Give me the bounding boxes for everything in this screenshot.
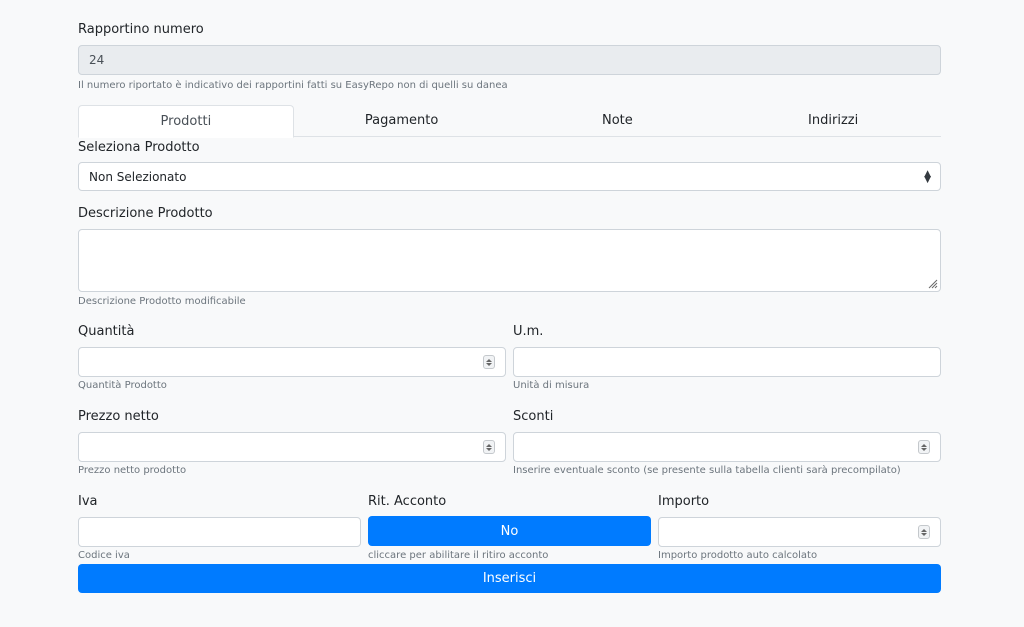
- inserisci-button[interactable]: Inserisci: [78, 564, 941, 593]
- rapportino-help: Il numero riportato è indicativo dei rap…: [78, 80, 508, 91]
- tab-prodotti[interactable]: Prodotti: [78, 105, 294, 138]
- prezzo-label: Prezzo netto: [78, 409, 159, 424]
- quantita-label: Quantità: [78, 324, 135, 339]
- tab-pagamento[interactable]: Pagamento: [294, 105, 510, 136]
- ritenuta-label: Rit. Acconto: [368, 494, 447, 509]
- sconti-spinner-icon[interactable]: [918, 440, 930, 454]
- iva-input[interactable]: [78, 517, 361, 547]
- product-select-value: Non Selezionato: [89, 169, 187, 184]
- iva-label: Iva: [78, 494, 98, 509]
- sconti-help: Inserire eventuale sconto (se presente s…: [513, 465, 901, 476]
- ritenuta-toggle-button[interactable]: No: [368, 516, 651, 546]
- tab-indirizzi[interactable]: Indirizzi: [725, 105, 941, 136]
- descrizione-label: Descrizione Prodotto: [78, 206, 213, 221]
- quantita-help: Quantità Prodotto: [78, 380, 167, 391]
- importo-label: Importo: [658, 494, 710, 509]
- select-arrows-icon: ▲ ▼: [924, 168, 931, 185]
- descrizione-help: Descrizione Prodotto modificabile: [78, 296, 246, 307]
- importo-spinner-icon[interactable]: [918, 525, 930, 539]
- um-input[interactable]: [513, 347, 941, 377]
- product-select[interactable]: Non Selezionato ▲ ▼: [78, 162, 941, 191]
- ritenuta-help: cliccare per abilitare il ritiro acconto: [368, 550, 549, 561]
- descrizione-textarea[interactable]: [78, 229, 941, 292]
- prezzo-input[interactable]: [78, 432, 506, 462]
- um-label: U.m.: [513, 324, 544, 339]
- sconti-label: Sconti: [513, 409, 554, 424]
- rapportino-value: 24: [89, 53, 105, 67]
- rapportino-number-field: 24: [78, 45, 941, 75]
- rapportino-label: Rapportino numero: [78, 22, 204, 37]
- resize-grip-icon[interactable]: [928, 279, 938, 289]
- seleziona-prodotto-label: Seleziona Prodotto: [78, 140, 200, 155]
- quantita-input[interactable]: [78, 347, 506, 377]
- importo-help: Importo prodotto auto calcolato: [658, 550, 818, 561]
- quantita-spinner-icon[interactable]: [483, 355, 495, 369]
- tab-note[interactable]: Note: [510, 105, 726, 136]
- prezzo-spinner-icon[interactable]: [483, 440, 495, 454]
- sconti-input[interactable]: [513, 432, 941, 462]
- iva-help: Codice iva: [78, 550, 130, 561]
- importo-input[interactable]: [658, 517, 941, 547]
- prezzo-help: Prezzo netto prodotto: [78, 465, 187, 476]
- um-help: Unità di misura: [513, 380, 590, 391]
- tab-bar: Prodotti Pagamento Note Indirizzi: [78, 105, 941, 138]
